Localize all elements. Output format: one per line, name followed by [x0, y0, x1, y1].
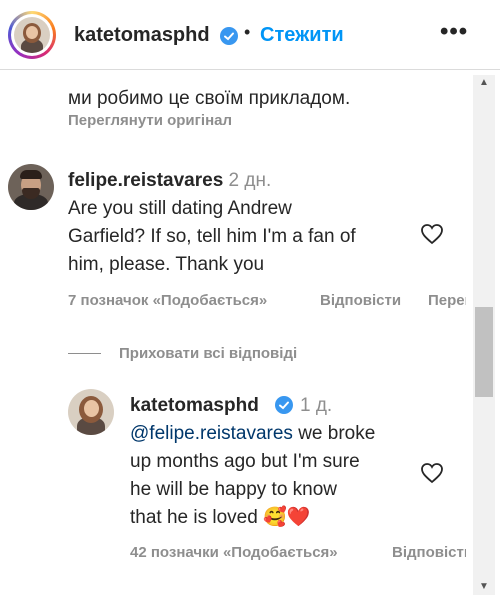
reply-text-span: that he is loved — [130, 507, 258, 528]
reply-text-line: @felipe.reistavares we broke — [130, 419, 375, 448]
comment-text-line: him, please. Thank you — [68, 254, 265, 275]
verified-badge-icon — [275, 396, 293, 414]
comments-list: ми робимо це своїм прикладом. Переглянут… — [0, 0, 466, 595]
reply-text-line: up months ago but I'm sure — [130, 451, 360, 472]
commenter-avatar[interactable] — [8, 164, 54, 210]
emoji-smiling-hearts-heart: 🥰❤️ — [263, 507, 311, 528]
reply-header: katetomasphd — [130, 391, 259, 420]
reply-avatar[interactable] — [68, 389, 114, 435]
scroll-up-arrow-icon[interactable]: ▲ — [473, 75, 495, 91]
comment-text-line: Are you still dating Andrew — [68, 198, 292, 219]
comment-likes[interactable]: 7 позначок «Подобається» — [68, 292, 267, 309]
reply-button[interactable]: Відповісти — [320, 292, 401, 309]
comment-text-line: Garfield? If so, tell him I'm a fan of — [68, 226, 356, 247]
scroll-down-arrow-icon[interactable]: ▼ — [473, 579, 495, 595]
see-original-link[interactable]: Переглянути оригінал — [68, 112, 232, 129]
reply-text-span: we broke — [292, 423, 376, 444]
comment-username[interactable]: felipe.reistavares — [68, 170, 223, 191]
replies-divider — [68, 353, 101, 354]
comment-time[interactable]: 2 дн. — [229, 170, 272, 191]
scrollbar-thumb[interactable] — [475, 307, 493, 397]
hide-replies-button[interactable]: Приховати всі відповіді — [119, 345, 297, 362]
like-heart-icon[interactable] — [420, 223, 444, 245]
reply-text-line: that he is loved 🥰❤️ — [130, 503, 310, 532]
see-translation-button[interactable]: Переглянути переклад — [428, 292, 466, 309]
like-heart-icon[interactable] — [420, 462, 444, 484]
reply-time[interactable]: 1 д. — [300, 391, 332, 420]
caption-text: ми робимо це своїм прикладом. — [68, 88, 351, 109]
mention-link[interactable]: @felipe.reistavares — [130, 423, 293, 444]
reply-likes[interactable]: 42 позначки «Подобається» — [130, 544, 338, 561]
reply-username[interactable]: katetomasphd — [130, 395, 259, 416]
comment-header: felipe.reistavares 2 дн. — [68, 166, 271, 195]
reply-button[interactable]: Відповісти — [392, 544, 466, 561]
reply-text-line: he will be happy to know — [130, 479, 338, 500]
